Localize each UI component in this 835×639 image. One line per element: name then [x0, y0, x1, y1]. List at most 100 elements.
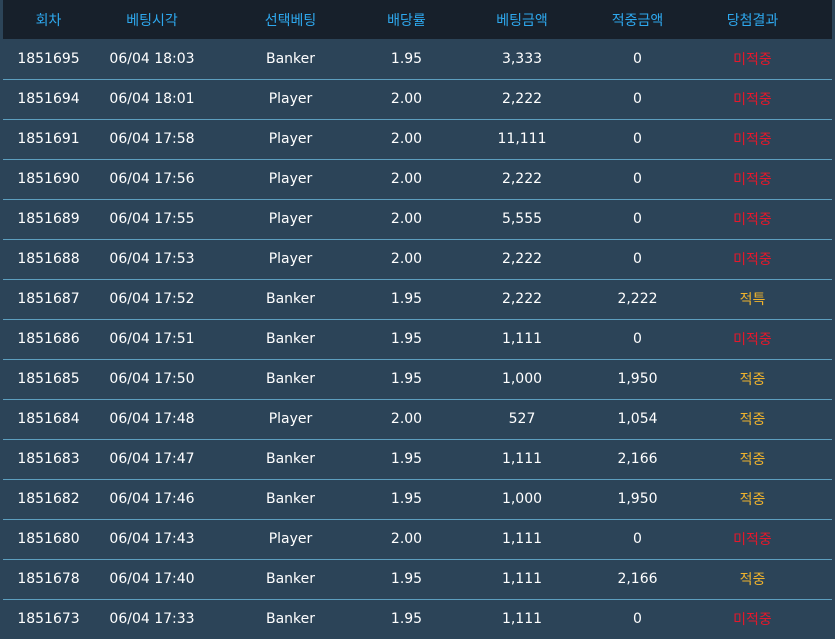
win-amount-cell: 2,222 [602, 278, 673, 319]
bet-amount-cell: 5,555 [442, 198, 602, 239]
bet-time-cell: 06/04 17:47 [94, 438, 210, 479]
bet-time-cell: 06/04 18:03 [109, 50, 195, 67]
table-row: 1851686 06/04 17:51 Banker 1.95 1,111 0 미적중 [3, 318, 832, 359]
win-amount-cell: 2,166 [602, 558, 673, 599]
odds-cell: 1.95 [371, 318, 442, 359]
odds-cell: 1.95 [371, 478, 442, 519]
bet-amount-cell: 2,222 [442, 238, 602, 279]
round-cell: 1851689 [3, 198, 94, 239]
bet-time-cell: 06/04 17:46 [94, 478, 210, 519]
header-odds: 배당률 [387, 12, 426, 29]
win-amount-cell: 1,950 [602, 478, 673, 519]
table-row: 1851690 06/04 17:56 Player 2.00 2,222 0 미적중 [3, 158, 832, 199]
selected-bet-cell: Banker [210, 478, 371, 519]
round-cell: 1851695 [17, 50, 80, 67]
selected-bet-cell: Player [210, 118, 371, 159]
result-cell: 미적중 [673, 158, 832, 199]
round-cell: 1851684 [3, 398, 94, 439]
table-row: 1851689 06/04 17:55 Player 2.00 5,555 0 미적중 [3, 198, 832, 239]
bet-time-cell: 06/04 17:40 [94, 558, 210, 599]
table-row: 1851683 06/04 17:47 Banker 1.95 1,111 2,166 적중 [3, 438, 832, 479]
round-cell: 1851688 [3, 238, 94, 279]
bet-amount-cell: 11,111 [442, 118, 602, 159]
round-cell: 1851682 [3, 478, 94, 519]
odds-cell: 2.00 [371, 518, 442, 559]
selected-bet-cell: Banker [210, 318, 371, 359]
round-cell: 1851680 [3, 518, 94, 559]
table-row: 1851688 06/04 17:53 Player 2.00 2,222 0 미적중 [3, 238, 832, 279]
table-row: 1851685 06/04 17:50 Banker 1.95 1,000 1,950 적중 [3, 358, 832, 399]
win-amount-cell: 0 [602, 598, 673, 639]
bet-amount-cell: 1,111 [442, 598, 602, 639]
win-amount-cell: 0 [602, 318, 673, 359]
table-row: 1851691 06/04 17:58 Player 2.00 11,111 0 미적중 [3, 118, 832, 159]
win-amount-cell: 0 [602, 518, 673, 559]
bet-amount-cell: 2,222 [442, 278, 602, 319]
bet-amount-cell: 527 [442, 398, 602, 439]
selected-bet-cell: Banker [210, 278, 371, 319]
table-row: 1851695 06/04 18:03 Banker 1.95 3,333 0 미적중 [3, 39, 832, 79]
bet-time-cell: 06/04 17:43 [94, 518, 210, 559]
table-row: 1851684 06/04 17:48 Player 2.00 527 1,054 적중 [3, 398, 832, 439]
header-row: 회차 베팅시각 선택베팅 배당률 베팅금액 적중금액 당첨결과 [3, 0, 832, 39]
bet-amount-cell: 1,000 [442, 478, 602, 519]
result-cell: 적특 [673, 278, 832, 319]
win-amount-cell: 1,054 [602, 398, 673, 439]
bet-time-cell: 06/04 17:58 [94, 118, 210, 159]
result-cell: 적중 [673, 358, 832, 399]
odds-cell: 1.95 [371, 558, 442, 599]
table-row: 1851694 06/04 18:01 Player 2.00 2,222 0 미적중 [3, 78, 832, 119]
odds-cell: 2.00 [371, 398, 442, 439]
bet-time-cell: 06/04 17:53 [94, 238, 210, 279]
odds-cell: 2.00 [371, 118, 442, 159]
table-header: 회차 베팅시각 선택베팅 배당률 베팅금액 적중금액 당첨결과 [3, 0, 832, 39]
bet-time-cell: 06/04 17:55 [94, 198, 210, 239]
win-amount-cell: 0 [602, 198, 673, 239]
result-cell: 미적중 [673, 238, 832, 279]
bet-time-cell: 06/04 17:56 [94, 158, 210, 199]
selected-bet-cell: Player [210, 158, 371, 199]
bet-time-cell: 06/04 17:52 [94, 278, 210, 319]
result-cell: 적중 [673, 558, 832, 599]
round-cell: 1851685 [3, 358, 94, 399]
round-cell: 1851686 [3, 318, 94, 359]
result-cell: 미적중 [673, 318, 832, 359]
odds-cell: 2.00 [371, 198, 442, 239]
odds-cell: 1.95 [371, 358, 442, 399]
result-cell: 미적중 [673, 118, 832, 159]
bet-time-cell: 06/04 17:33 [94, 598, 210, 639]
selected-bet-cell: Player [210, 518, 371, 559]
win-amount-cell: 0 [602, 118, 673, 159]
selected-bet-cell: Player [210, 398, 371, 439]
result-cell: 적중 [673, 398, 832, 439]
result-cell: 미적중 [673, 198, 832, 239]
table-body: 1851695 06/04 18:03 Banker 1.95 3,333 0 미적중 185… [3, 39, 832, 639]
table-row: 1851678 06/04 17:40 Banker 1.95 1,111 2,166 적중 [3, 558, 832, 599]
round-cell: 1851683 [3, 438, 94, 479]
odds-cell: 2.00 [371, 158, 442, 199]
header-selected-bet: 선택베팅 [264, 12, 317, 29]
odds-cell: 1.95 [390, 50, 423, 67]
header-result: 당첨결과 [726, 12, 779, 29]
bet-time-cell: 06/04 17:48 [94, 398, 210, 439]
win-amount-cell: 0 [633, 50, 642, 67]
win-amount-cell: 0 [602, 238, 673, 279]
round-cell: 1851694 [3, 78, 94, 119]
selected-bet-cell: Banker [210, 598, 371, 639]
win-amount-cell: 1,950 [602, 358, 673, 399]
bet-amount-cell: 1,111 [442, 318, 602, 359]
selected-bet-cell: Banker [210, 438, 371, 479]
round-cell: 1851690 [3, 158, 94, 199]
bet-time-cell: 06/04 17:50 [94, 358, 210, 399]
win-amount-cell: 0 [602, 158, 673, 199]
selected-bet-cell: Banker [210, 558, 371, 599]
header-round: 회차 [35, 12, 62, 29]
odds-cell: 2.00 [371, 78, 442, 119]
selected-bet-cell: Player [210, 198, 371, 239]
table-row: 1851687 06/04 17:52 Banker 1.95 2,222 2,222 적특 [3, 278, 832, 319]
bet-amount-cell: 1,000 [442, 358, 602, 399]
result-cell: 적중 [673, 478, 832, 519]
result-cell: 미적중 [673, 598, 832, 639]
bet-amount-cell: 2,222 [442, 78, 602, 119]
bet-amount-cell: 2,222 [442, 158, 602, 199]
